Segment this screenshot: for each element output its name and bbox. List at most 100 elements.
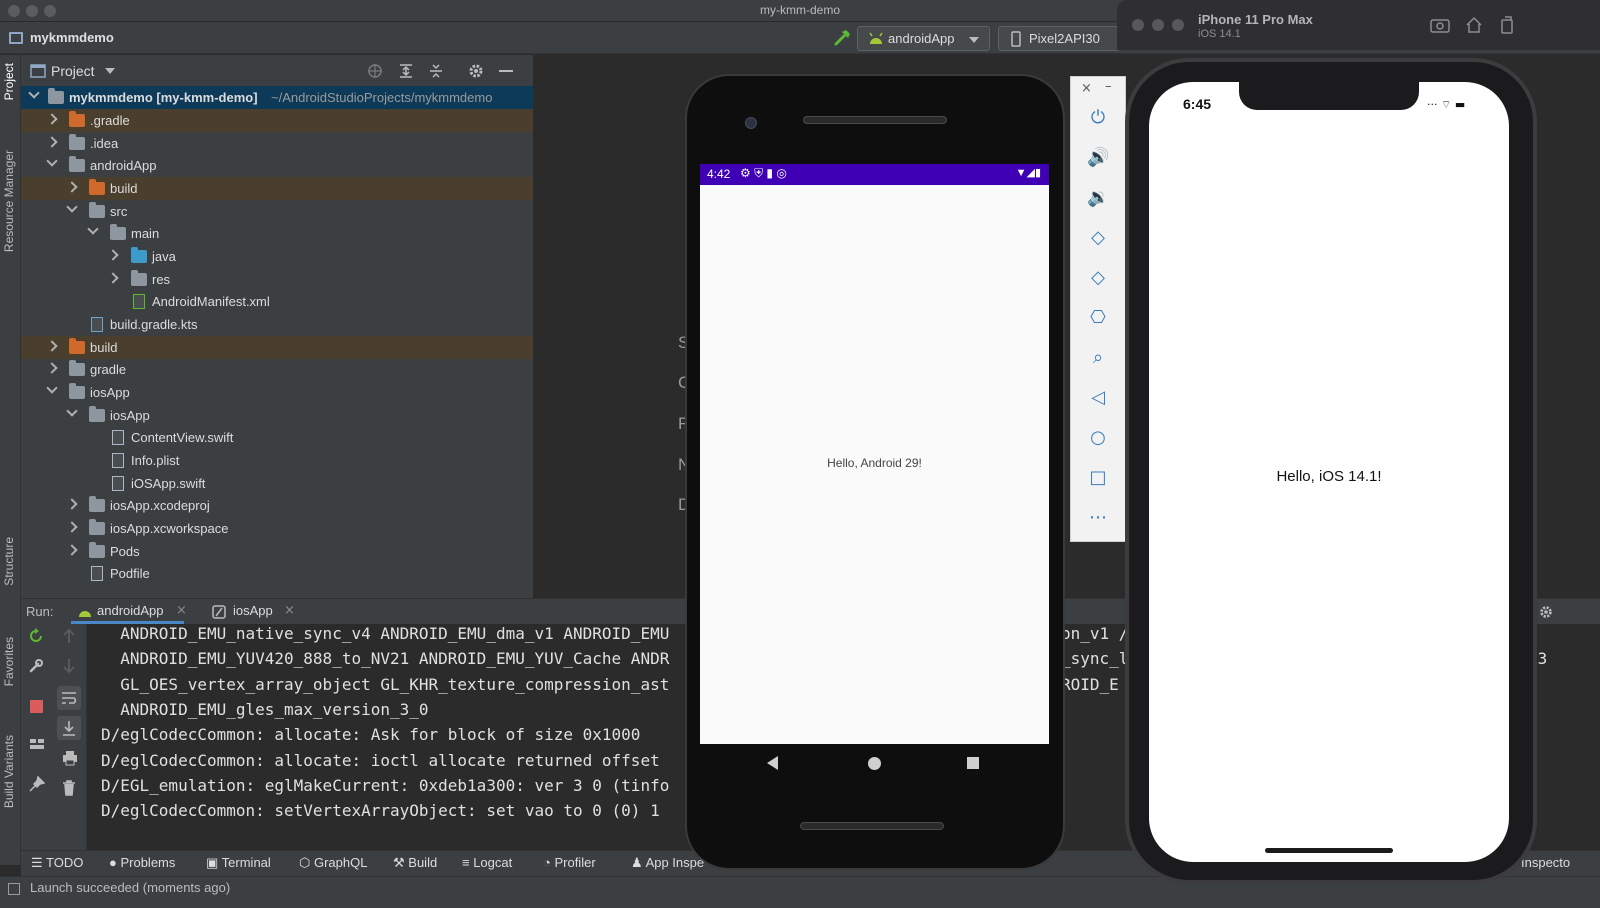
rotate-right-icon[interactable]: ◇ [1087, 267, 1109, 289]
close-icon[interactable]: × [176, 603, 187, 618]
tab-layout-inspector[interactable]: Inspecto [1521, 855, 1570, 870]
chevron-down-icon[interactable] [66, 201, 78, 213]
tab-favorites[interactable]: Favorites [2, 637, 16, 686]
tab-resource-manager[interactable]: Resource Manager [2, 150, 16, 252]
zoom-icon[interactable]: ⌕ [1087, 347, 1109, 369]
chevron-down-icon[interactable] [28, 87, 40, 99]
tree-row-gradle[interactable]: gradle [21, 358, 533, 381]
tree-row-contentview[interactable]: ContentView.swift [21, 426, 533, 449]
chevron-right-icon[interactable] [46, 136, 58, 148]
tab-run-iosapp[interactable]: iosApp [233, 603, 273, 618]
tree-row-infoplist[interactable]: Info.plist [21, 449, 533, 472]
tree-row-idea[interactable]: .idea [21, 132, 533, 155]
ios-screen[interactable]: 6:45 ··· ⌔ ▬ Hello, iOS 14.1! [1149, 82, 1509, 862]
rotate-icon[interactable] [1499, 16, 1515, 34]
volume-down-icon[interactable]: 🔉 [1087, 187, 1109, 209]
soft-wrap-button[interactable] [57, 686, 81, 710]
camera-icon[interactable]: ⎔ [1087, 307, 1109, 329]
tab-todo[interactable]: ☰ TODO [31, 855, 83, 871]
run-config-selector[interactable]: androidApp [857, 26, 990, 51]
back-nav-icon[interactable] [767, 756, 778, 770]
tab-structure[interactable]: Structure [2, 537, 16, 586]
chevron-down-icon[interactable] [105, 68, 115, 74]
tab-terminal[interactable]: ▣ Terminal [206, 855, 271, 871]
recents-nav-icon[interactable] [967, 757, 979, 769]
pin-icon[interactable] [29, 776, 45, 792]
tree-row-androidapp[interactable]: androidApp [21, 154, 533, 177]
tree-row-root[interactable]: mykmmdemo [my-kmm-demo] ~/AndroidStudioP… [21, 86, 533, 109]
tree-row-iosappswift[interactable]: iOSApp.swift [21, 472, 533, 495]
tab-project[interactable]: Project [2, 63, 16, 100]
zoom-window-button[interactable] [1172, 19, 1184, 31]
tree-row-pods[interactable]: Pods [21, 540, 533, 563]
close-icon[interactable]: × [1081, 81, 1092, 96]
tab-app-inspection[interactable]: ♟ App Inspe [631, 855, 704, 871]
rerun-icon[interactable] [28, 628, 44, 644]
tree-row-src[interactable]: src [21, 200, 533, 223]
tab-run-androidapp[interactable]: androidApp [71, 603, 183, 624]
home-icon[interactable]: ○ [1087, 427, 1109, 449]
wrench-icon[interactable] [28, 658, 44, 674]
chevron-right-icon[interactable] [66, 181, 78, 193]
chevron-right-icon[interactable] [107, 272, 119, 284]
chevron-right-icon[interactable] [107, 249, 119, 261]
tab-build[interactable]: ⚒ Build [393, 855, 437, 871]
tab-logcat[interactable]: ≡ Logcat [462, 855, 512, 870]
volume-up-icon[interactable]: 🔊 [1087, 147, 1109, 169]
tree-row-androidapp-build[interactable]: build [21, 177, 533, 200]
chevron-right-icon[interactable] [66, 544, 78, 556]
home-indicator[interactable] [1265, 848, 1393, 853]
minimize-window-button[interactable] [1152, 19, 1164, 31]
tree-row-build[interactable]: build [21, 336, 533, 359]
tab-profiler[interactable]: ◔ Profiler [543, 855, 596, 870]
chevron-right-icon[interactable] [46, 340, 58, 352]
locate-icon[interactable] [367, 63, 383, 79]
arrow-down-icon[interactable] [62, 658, 76, 674]
chevron-down-icon[interactable] [46, 155, 58, 167]
android-screen[interactable]: 4:42 ⚙ ⛨ ▮ ◎ ▼◢▮ Hello, Android 29! [700, 164, 1049, 744]
tab-graphql[interactable]: ⬡ GraphQL [299, 855, 367, 871]
layout-icon[interactable] [29, 736, 45, 752]
tree-row-java[interactable]: java [21, 245, 533, 268]
gear-icon[interactable] [1538, 604, 1554, 620]
gear-icon[interactable] [467, 62, 485, 80]
collapse-all-icon[interactable] [428, 63, 444, 79]
tree-row-iosapp[interactable]: iosApp [21, 381, 533, 404]
minimize-icon[interactable]: – [1105, 79, 1112, 94]
rotate-left-icon[interactable]: ◇ [1087, 227, 1109, 249]
chevron-right-icon[interactable] [66, 521, 78, 533]
tree-row-xcworkspace[interactable]: iosApp.xcworkspace [21, 517, 533, 540]
trash-icon[interactable] [62, 780, 76, 796]
back-icon[interactable]: ◁ [1087, 387, 1109, 409]
print-icon[interactable] [61, 750, 79, 766]
power-icon[interactable]: ⏻ [1087, 107, 1109, 129]
toggle-tool-windows-icon[interactable] [8, 883, 20, 895]
tree-row-gradle-cache[interactable]: .gradle [21, 109, 533, 132]
scroll-to-end-button[interactable] [57, 716, 81, 740]
hammer-icon[interactable] [833, 28, 853, 48]
more-icon[interactable]: ⋯ [1087, 507, 1109, 529]
chevron-down-icon[interactable] [66, 405, 78, 417]
tab-build-variants[interactable]: Build Variants [2, 735, 16, 808]
tree-row-podfile[interactable]: Podfile [21, 562, 533, 585]
hide-panel-icon[interactable] [499, 70, 513, 72]
chevron-right-icon[interactable] [46, 362, 58, 374]
close-icon[interactable]: × [284, 603, 295, 618]
chevron-down-icon[interactable] [46, 382, 58, 394]
chevron-down-icon[interactable] [87, 223, 99, 235]
breadcrumb-project[interactable]: mykmmdemo [30, 30, 114, 45]
tree-row-manifest[interactable]: AndroidManifest.xml [21, 290, 533, 313]
chevron-right-icon[interactable] [46, 113, 58, 125]
tree-row-iosapp-inner[interactable]: iosApp [21, 404, 533, 427]
stop-icon[interactable] [30, 700, 43, 713]
home-nav-icon[interactable] [868, 757, 881, 770]
tab-problems[interactable]: ● Problems [109, 855, 175, 870]
device-selector[interactable]: Pixel2API30 [998, 26, 1120, 51]
close-window-button[interactable] [1132, 19, 1144, 31]
project-panel-title[interactable]: Project [51, 63, 95, 79]
tree-row-res[interactable]: res [21, 268, 533, 291]
tree-row-main[interactable]: main [21, 222, 533, 245]
arrow-up-icon[interactable] [62, 628, 76, 644]
expand-all-icon[interactable] [398, 63, 414, 79]
home-icon[interactable] [1465, 16, 1483, 34]
